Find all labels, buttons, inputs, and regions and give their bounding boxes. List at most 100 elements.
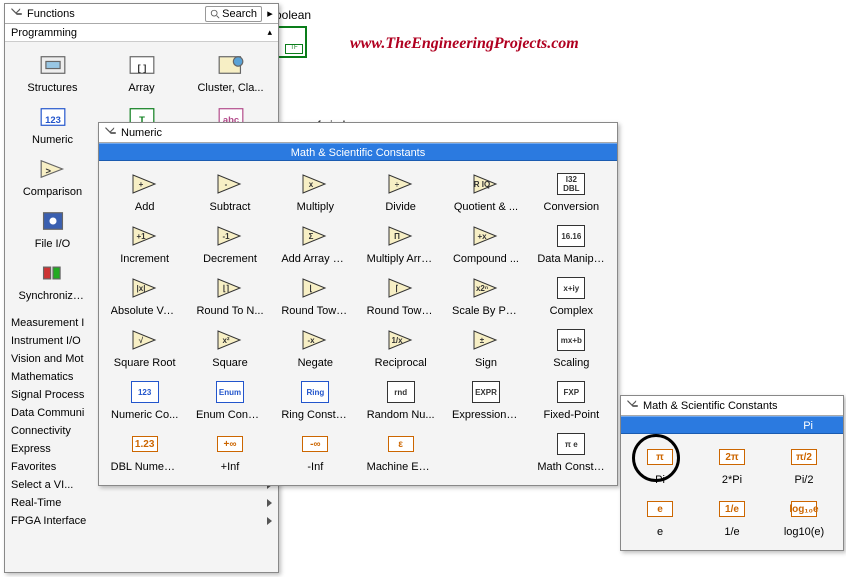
search-label: Search [222,8,257,20]
palette-item[interactable]: ⌈ Round Towa... [359,271,442,319]
palette-item[interactable]: mx+b Scaling [530,323,613,371]
palette-icon: ⌊ [297,273,333,303]
palette-item[interactable]: +1 Increment [103,219,186,267]
palette-icon [35,206,71,236]
palette-label: Absolute Val... [111,305,179,317]
palette-item[interactable]: Enum Enum Const... [188,375,271,423]
svg-text:[ ]: [ ] [137,63,146,74]
math-highlight-bar: Pi [621,416,843,434]
palette-icon: + [127,169,163,199]
palette-item[interactable]: ± Sign [444,323,527,371]
palette-item[interactable]: π e Math Consta... [530,427,613,475]
palette-icon: Enum [212,377,248,407]
palette-icon: FXP [553,377,589,407]
palette-label: Fixed-Point [537,409,605,421]
functions-title: Functions [27,8,201,20]
palette-item[interactable]: 1/x Reciprocal [359,323,442,371]
palette-label: Increment [111,253,179,265]
palette-item[interactable]: 1/e 1/e [697,492,767,540]
category-label: FPGA Interface [11,515,86,527]
palette-label: 1/e [698,526,766,538]
category-label: Signal Process [11,389,84,401]
palette-item[interactable]: EXPR Expression N... [444,375,527,423]
palette-label: e [626,526,694,538]
palette-item[interactable]: |x| Absolute Val... [103,271,186,319]
palette-item[interactable]: ⌊⌉ Round To N... [188,271,271,319]
palette-item[interactable]: File I/O [9,204,96,252]
breadcrumb-programming[interactable]: Programming ▴ [5,24,278,42]
search-box[interactable]: Search [205,6,262,22]
palette-icon: 2π [714,442,750,472]
palette-icon: 123 [127,377,163,407]
svg-text:+1: +1 [136,232,146,241]
category-item[interactable]: Real-Time [5,494,278,512]
palette-item[interactable]: FXP Fixed-Point [530,375,613,423]
palette-item[interactable]: 16.16 Data Manipu... [530,219,613,267]
pin-icon[interactable] [625,399,639,413]
palette-icon: +x [468,221,504,251]
palette-item[interactable]: rnd Random Nu... [359,375,442,423]
palette-item[interactable]: e e [625,492,695,540]
pin-icon[interactable] [103,126,117,140]
palette-item[interactable]: Σ Add Array El... [274,219,357,267]
palette-icon: 1/x [383,325,419,355]
palette-item[interactable]: 1.23 DBL Numeri... [103,427,186,475]
palette-icon: mx+b [553,325,589,355]
palette-label: Enum Const... [196,409,264,421]
palette-item[interactable]: ⌊ Round Towa... [274,271,357,319]
palette-icon: π [642,442,678,472]
palette-item[interactable]: + Add [103,167,186,215]
palette-item[interactable]: -∞ -Inf [274,427,357,475]
palette-item[interactable]: Π Multiply Arra... [359,219,442,267]
palette-item[interactable]: I32 DBL Conversion [530,167,613,215]
palette-item[interactable]: - Subtract [188,167,271,215]
palette-item[interactable]: ε Machine Eps... [359,427,442,475]
svg-text:x²: x² [222,336,229,345]
palette-item[interactable]: x+iy Complex [530,271,613,319]
palette-icon: 123 [35,102,71,132]
palette-item[interactable]: ÷ Divide [359,167,442,215]
palette-icon: +1 [127,221,163,251]
pin-icon[interactable] [9,7,23,21]
palette-label: -Inf [281,461,349,473]
palette-label: +Inf [196,461,264,473]
numeric-palette: Numeric Math & Scientific Constants + Ad… [98,122,618,486]
palette-label: Reciprocal [367,357,435,369]
category-label: Select a VI... [11,479,73,491]
palette-item[interactable]: [ ] Array [98,48,185,96]
palette-icon: 1.23 [127,429,163,459]
palette-item[interactable]: > Comparison [9,152,96,200]
palette-item[interactable]: Cluster, Cla... [187,48,274,96]
palette-label: Synchronizat... [19,290,87,302]
svg-text:|x|: |x| [136,284,145,293]
palette-item[interactable]: +∞ +Inf [188,427,271,475]
customize-arrow-icon[interactable]: ▸ [266,7,274,20]
palette-item[interactable]: 123 Numeric Co... [103,375,186,423]
palette-icon: x+iy [553,273,589,303]
palette-icon: log₁₀e [786,494,822,524]
palette-icon: |x| [127,273,163,303]
palette-item[interactable]: Structures [9,48,96,96]
boolean-label: oolean [275,8,311,22]
palette-item[interactable]: +x Compound ... [444,219,527,267]
palette-item[interactable]: x2ⁿ Scale By Pow... [444,271,527,319]
website-watermark: www.TheEngineeringProjects.com [350,35,579,53]
category-item[interactable]: FPGA Interface [5,512,278,530]
palette-item[interactable]: π Pi [625,440,695,488]
palette-label: Complex [537,305,605,317]
palette-item[interactable]: π/2 Pi/2 [769,440,839,488]
svg-text:±: ± [480,336,485,345]
palette-item[interactable]: Synchronizat... [9,256,96,304]
palette-item[interactable]: x² Square [188,323,271,371]
palette-item[interactable]: √ Square Root [103,323,186,371]
palette-item[interactable]: -x Negate [274,323,357,371]
palette-item[interactable]: -1 Decrement [188,219,271,267]
palette-item[interactable]: x Multiply [274,167,357,215]
palette-item[interactable]: log₁₀e log10(e) [769,492,839,540]
palette-label: Numeric Co... [111,409,179,421]
palette-item[interactable]: 2π 2*Pi [697,440,767,488]
palette-item[interactable]: R IQ Quotient & ... [444,167,527,215]
palette-item[interactable]: Ring Ring Constant [274,375,357,423]
palette-item[interactable]: 123 Numeric [9,100,96,148]
palette-label: Multiply [281,201,349,213]
